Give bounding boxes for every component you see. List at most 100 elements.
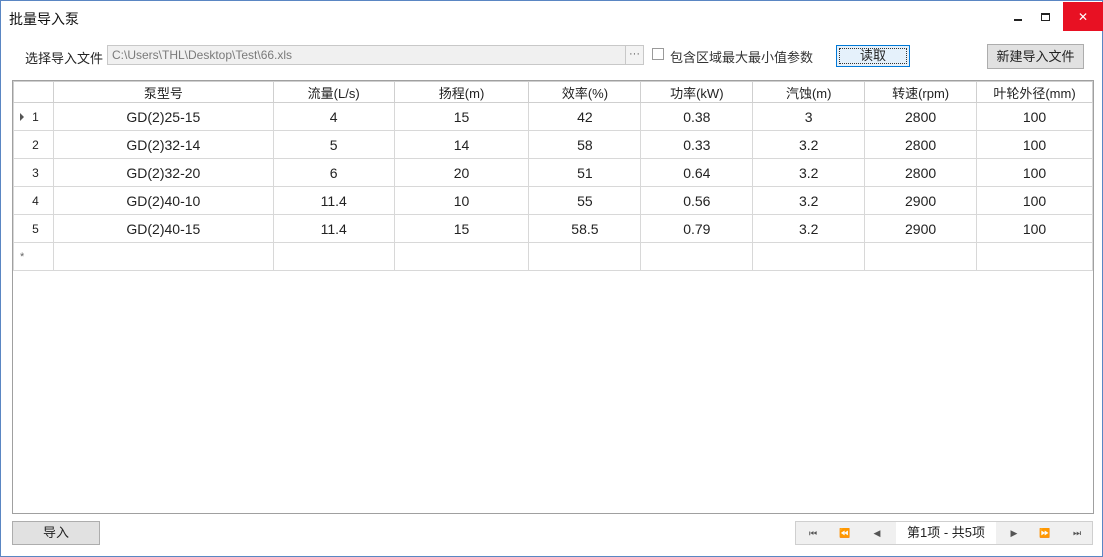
grid-cell[interactable]: 2800 [864, 158, 978, 187]
close-icon: ✕ [1077, 9, 1089, 24]
row-number: 5 [32, 221, 39, 236]
grid-cell[interactable]: 3.2 [752, 130, 866, 159]
grid-cell[interactable] [272, 242, 395, 271]
table-row[interactable]: 3 GD(2)32-20 6 20 51 0.64 3.2 2800 100 [13, 158, 1093, 187]
grid-cell[interactable]: 5 [272, 130, 395, 159]
grid-cell[interactable]: 58.5 [528, 214, 642, 243]
column-header[interactable]: 叶轮外径(mm) [976, 81, 1093, 103]
grid-cell[interactable]: GD(2)32-20 [52, 158, 274, 187]
table-row[interactable]: 5 GD(2)40-15 11.4 15 58.5 0.79 3.2 2900 100 [13, 214, 1093, 243]
grid-cell[interactable]: 0.56 [640, 186, 754, 215]
grid-cell[interactable]: 2800 [864, 130, 978, 159]
column-header[interactable]: 汽蚀(m) [752, 81, 866, 103]
grid-cell[interactable] [976, 242, 1093, 271]
new-import-file-button[interactable]: 新建导入文件 [987, 44, 1084, 69]
table-row[interactable]: 4 GD(2)40-10 11.4 10 55 0.56 3.2 2900 100 [13, 186, 1093, 215]
grid-cell[interactable]: 2800 [864, 102, 978, 131]
file-label: 选择导入文件 [25, 51, 104, 66]
grid-cell[interactable]: 3 [752, 102, 866, 131]
row-number: 1 [32, 109, 39, 124]
grid-cell[interactable]: 6 [272, 158, 395, 187]
column-header[interactable]: 功率(kW) [640, 81, 754, 103]
next-icon[interactable]: ▶ [999, 522, 1029, 544]
grid-cell[interactable]: 100 [976, 214, 1093, 243]
grid-cell[interactable]: 100 [976, 102, 1093, 131]
grid-cell[interactable]: 14 [393, 130, 530, 159]
import-pumps-window: 批量导入泵 ✕ 选择导入文件 C:\Users\THL\Desktop\Test… [0, 0, 1103, 557]
grid-cell[interactable]: 2900 [864, 186, 978, 215]
grid-cell[interactable]: GD(2)25-15 [52, 102, 274, 131]
prev-page-icon[interactable]: ⏪ [830, 522, 860, 544]
maximize-icon [1040, 12, 1050, 21]
pager-info: 第1项 - 共5项 [896, 522, 996, 544]
pump-data-grid[interactable]: 泵型号 流量(L/s) 扬程(m) 效率(%) 功率(kW) 汽蚀(m) 转速(rpm) 叶轮… [12, 80, 1094, 514]
new-row[interactable]: * [13, 242, 1093, 271]
grid-cell[interactable]: 0.64 [640, 158, 754, 187]
grid-cell[interactable]: 58 [528, 130, 642, 159]
grid-cell[interactable]: GD(2)40-10 [52, 186, 274, 215]
grid-cell[interactable]: 10 [393, 186, 530, 215]
grid-cell[interactable]: 0.79 [640, 214, 754, 243]
grid-cell[interactable]: GD(2)32-14 [52, 130, 274, 159]
focus-rect [839, 48, 907, 64]
grid-cell[interactable]: 4 [272, 102, 395, 131]
grid-cell[interactable]: 15 [393, 214, 530, 243]
column-header[interactable]: 效率(%) [528, 81, 642, 103]
include-minmax-label[interactable]: 包含区域最大最小值参数 [670, 47, 813, 66]
read-button[interactable]: 读取 [836, 45, 910, 67]
pager: ⏮ ⏪ ◀ 第1项 - 共5项 ▶ ⏩ ⏭ [795, 521, 1093, 545]
grid-cell[interactable]: 51 [528, 158, 642, 187]
grid-cell[interactable]: 3.2 [752, 214, 866, 243]
minimize-icon [1014, 18, 1022, 21]
row-header[interactable]: 1 [13, 102, 54, 131]
grid-cell[interactable]: 100 [976, 158, 1093, 187]
grid-cell[interactable]: 3.2 [752, 186, 866, 215]
grid-cell[interactable]: 20 [393, 158, 530, 187]
import-button[interactable]: 导入 [12, 521, 100, 545]
last-page-icon[interactable]: ⏭ [1062, 522, 1092, 544]
grid-cell[interactable]: 2900 [864, 214, 978, 243]
next-page-icon[interactable]: ⏩ [1030, 522, 1060, 544]
row-number: 3 [32, 165, 39, 180]
row-header-corner [13, 81, 54, 103]
column-header[interactable]: 转速(rpm) [864, 81, 978, 103]
grid-cell[interactable]: 100 [976, 130, 1093, 159]
column-header[interactable]: 扬程(m) [393, 81, 530, 103]
column-header[interactable]: 流量(L/s) [272, 81, 395, 103]
column-header[interactable]: 泵型号 [52, 81, 274, 103]
row-header[interactable]: 4 [13, 186, 54, 215]
grid-cell[interactable] [528, 242, 642, 271]
window-title: 批量导入泵 [9, 11, 79, 27]
prev-icon[interactable]: ◀ [862, 522, 892, 544]
grid-cell[interactable] [752, 242, 866, 271]
file-path-input[interactable]: C:\Users\THL\Desktop\Test\66.xls [107, 45, 644, 65]
include-minmax-checkbox[interactable] [652, 48, 664, 60]
new-row-marker: * [13, 242, 54, 271]
grid-cell[interactable] [52, 242, 274, 271]
grid-cell[interactable] [864, 242, 978, 271]
grid-cell[interactable]: 11.4 [272, 214, 395, 243]
current-row-icon [20, 113, 24, 121]
grid-cell[interactable]: 11.4 [272, 186, 395, 215]
grid-table: 泵型号 流量(L/s) 扬程(m) 效率(%) 功率(kW) 汽蚀(m) 转速(rpm) 叶轮… [13, 81, 1093, 271]
grid-cell[interactable] [393, 242, 530, 271]
table-row[interactable]: 1 GD(2)25-15 4 15 42 0.38 3 2800 100 [13, 102, 1093, 131]
grid-cell[interactable]: 100 [976, 186, 1093, 215]
grid-cell[interactable] [640, 242, 754, 271]
browse-button[interactable]: ··· [625, 46, 643, 64]
grid-cell[interactable]: 0.38 [640, 102, 754, 131]
grid-cell[interactable]: 42 [528, 102, 642, 131]
grid-cell[interactable]: 3.2 [752, 158, 866, 187]
row-header[interactable]: 2 [13, 130, 54, 159]
grid-cell[interactable]: 55 [528, 186, 642, 215]
title-bar: 批量导入泵 ✕ [1, 1, 1103, 32]
maximize-button[interactable] [1028, 1, 1062, 32]
row-header[interactable]: 5 [13, 214, 54, 243]
grid-cell[interactable]: 0.33 [640, 130, 754, 159]
first-page-icon[interactable]: ⏮ [798, 522, 828, 544]
grid-cell[interactable]: GD(2)40-15 [52, 214, 274, 243]
close-button[interactable]: ✕ [1063, 2, 1103, 31]
grid-cell[interactable]: 15 [393, 102, 530, 131]
table-row[interactable]: 2 GD(2)32-14 5 14 58 0.33 3.2 2800 100 [13, 130, 1093, 159]
row-header[interactable]: 3 [13, 158, 54, 187]
